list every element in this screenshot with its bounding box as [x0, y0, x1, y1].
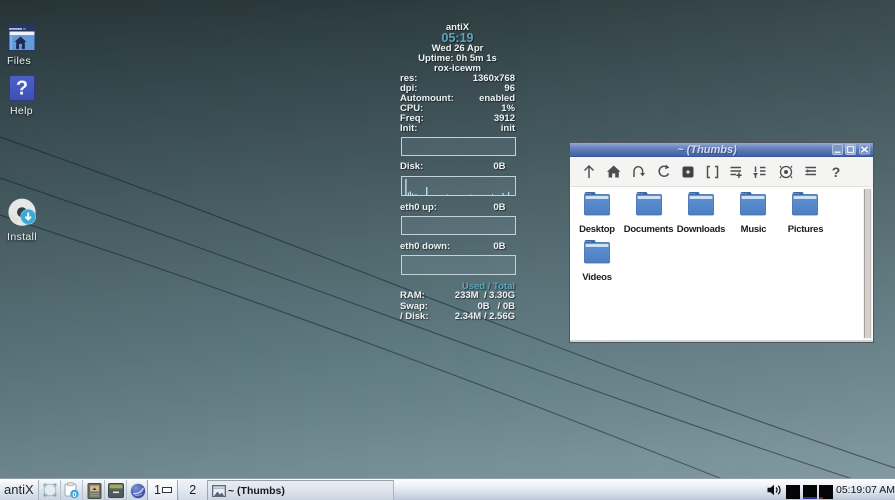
svg-text:0: 0	[72, 490, 76, 499]
svg-text:?: ?	[832, 164, 841, 180]
svg-text:?: ?	[16, 78, 28, 100]
